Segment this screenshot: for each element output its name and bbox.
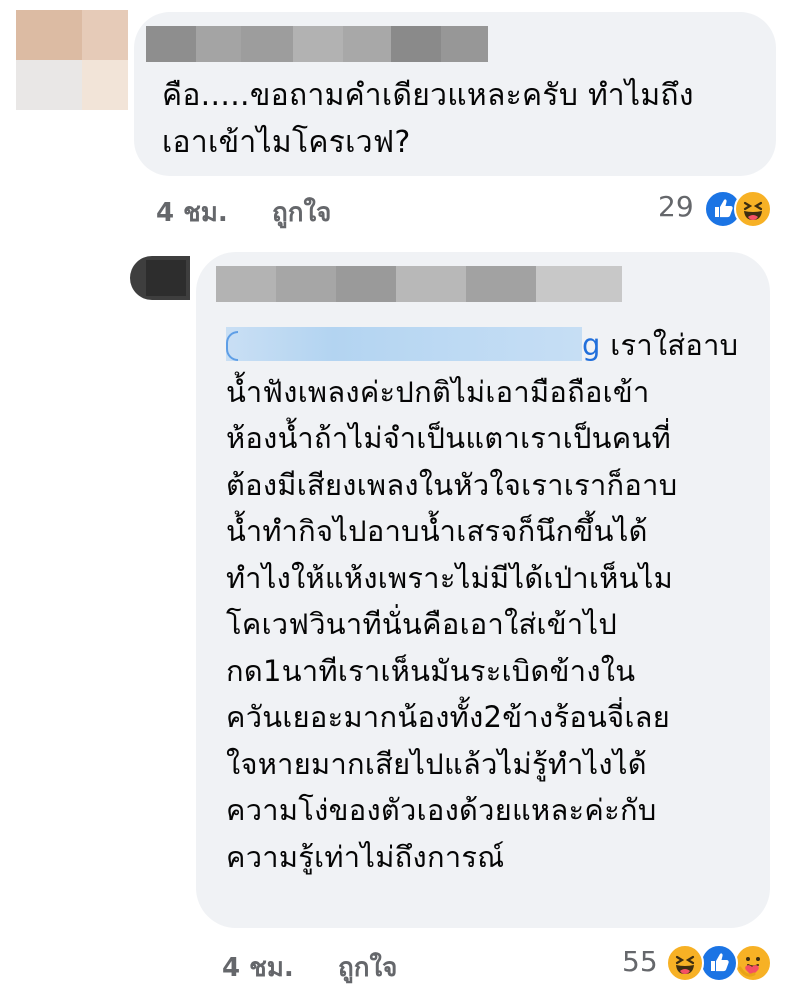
- haha-icon: [666, 944, 704, 982]
- reply-avatar[interactable]: [130, 256, 190, 300]
- mention-tag-end[interactable]: g: [582, 328, 601, 362]
- comment-bubble: คือ.....ขอถามคำเดียวแหละครับ ทำไมถึง เอา…: [134, 12, 776, 176]
- comment-text: คือ.....ขอถามคำเดียวแหละครับ ทำไมถึง เอา…: [162, 78, 694, 160]
- reply-text: g เราใส่อาบ น้ำฟังเพลงค่ะปกติไม่เอามือถื…: [226, 322, 746, 880]
- reply-bubble: g เราใส่อาบ น้ำฟังเพลงค่ะปกติไม่เอามือถื…: [196, 252, 770, 928]
- reply-body: เราใส่อาบ น้ำฟังเพลงค่ะปกติไม่เอามือถือเ…: [226, 328, 739, 874]
- like-icon: [700, 944, 738, 982]
- avatar[interactable]: [16, 10, 128, 110]
- replier-name[interactable]: [216, 266, 622, 302]
- commenter-name[interactable]: [146, 26, 488, 62]
- reply-like-button[interactable]: ถูกใจ: [338, 947, 397, 988]
- care-icon: [734, 944, 772, 982]
- like-button[interactable]: ถูกใจ: [272, 192, 331, 233]
- reaction-count[interactable]: 29: [658, 190, 694, 223]
- reply-time[interactable]: 4 ชม.: [222, 947, 294, 988]
- comment-time[interactable]: 4 ชม.: [156, 192, 228, 233]
- reply-reaction-count[interactable]: 55: [622, 945, 658, 978]
- haha-icon: [734, 190, 772, 228]
- mention-tag[interactable]: [226, 327, 582, 361]
